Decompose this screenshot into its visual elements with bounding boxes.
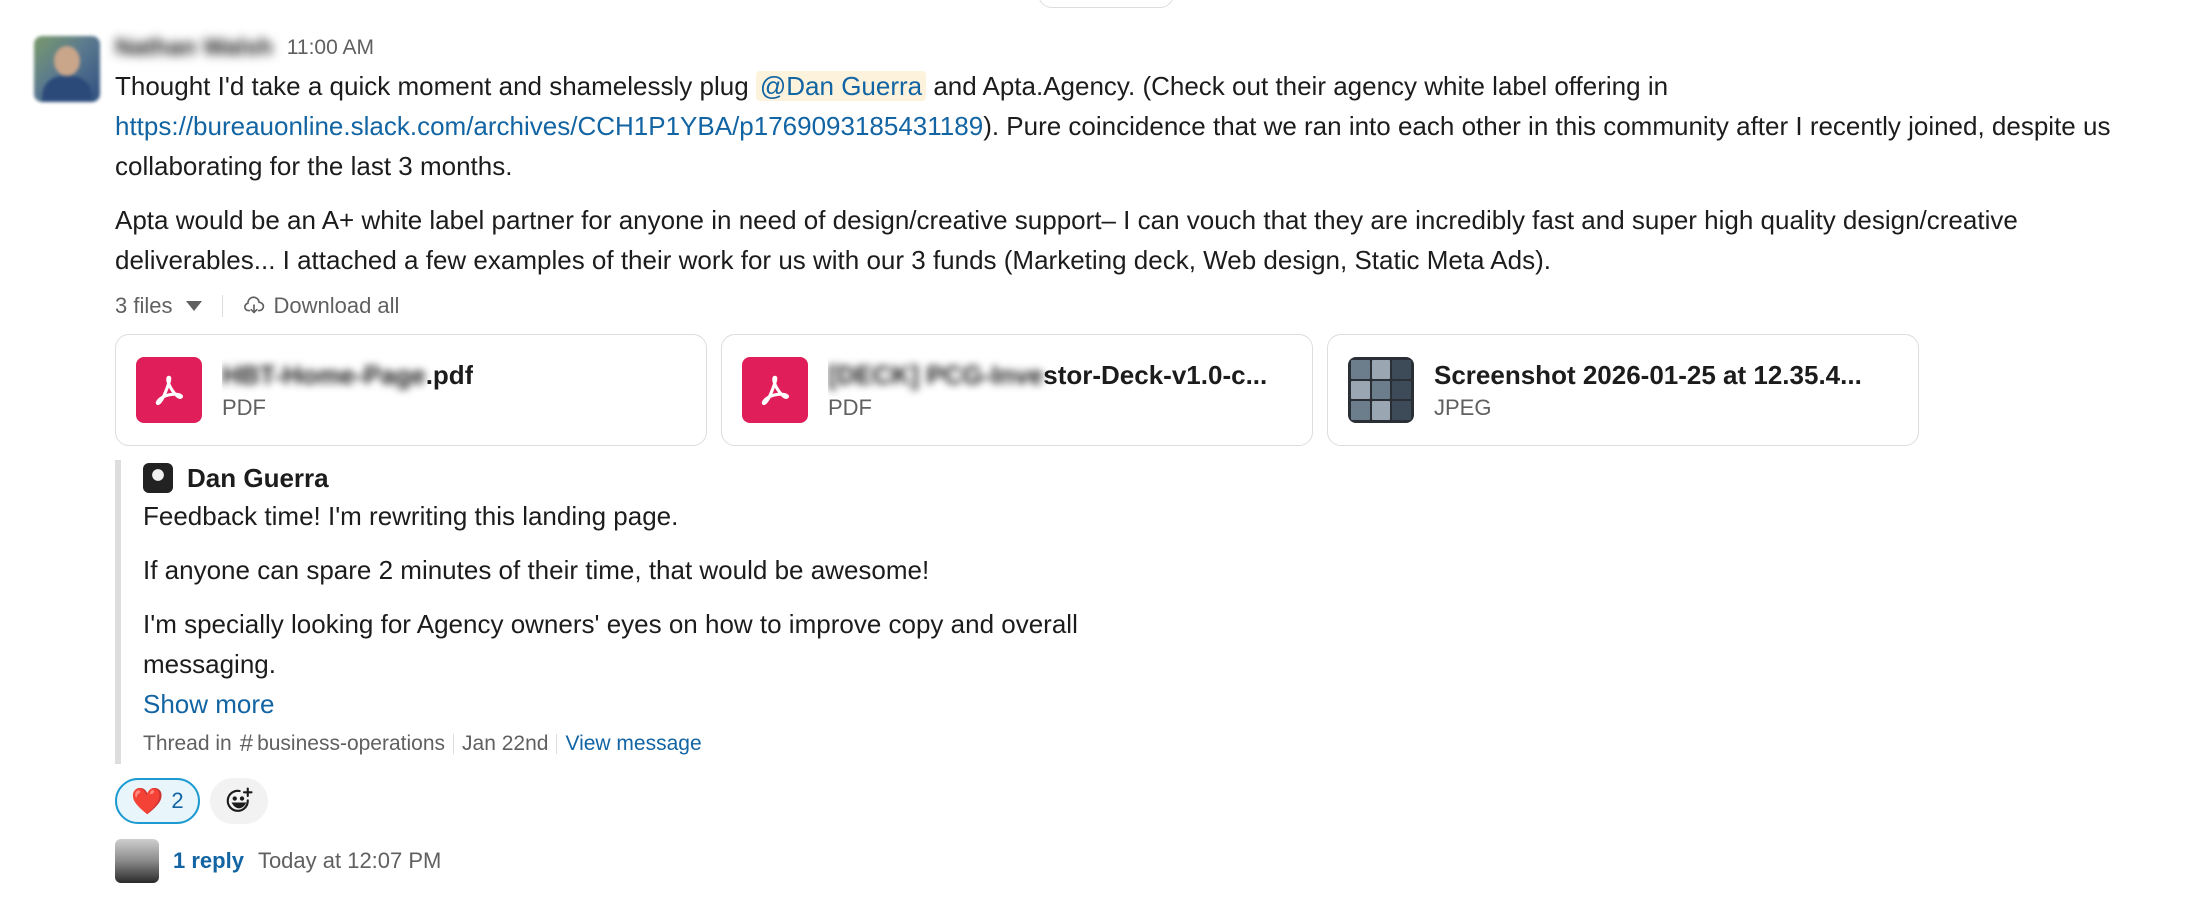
reply-count[interactable]: 1 reply: [173, 848, 244, 874]
file-type: JPEG: [1434, 395, 1492, 420]
file-card[interactable]: HBT-Home-Page.pdf PDF: [115, 334, 707, 446]
channel-name[interactable]: business-operations: [257, 732, 445, 756]
download-all-button[interactable]: Download all: [273, 293, 399, 319]
message-paragraph-2: Apta would be an A+ white label partner …: [115, 205, 2018, 275]
divider: [222, 295, 224, 317]
file-card[interactable]: [DECK] PCG-Investor-Deck-v1.0-c... PDF: [721, 334, 1313, 446]
message-header: Nathan Walsh 11:00 AM: [115, 30, 2185, 66]
quote-author-name[interactable]: Dan Guerra: [187, 463, 329, 494]
file-info: Screenshot 2026-01-25 at 12.35.4... JPEG: [1434, 357, 1862, 423]
pdf-icon: [136, 357, 202, 423]
reactions-bar: ❤️ 2: [115, 778, 2185, 824]
file-name-redacted: HBT-Home-Page: [222, 360, 426, 390]
file-info: [DECK] PCG-Investor-Deck-v1.0-c... PDF: [828, 357, 1267, 423]
file-name: [DECK] PCG-Investor-Deck-v1.0-c...: [828, 357, 1267, 393]
quote-paragraph: Feedback time! I'm rewriting this landin…: [143, 501, 679, 531]
text-segment: and Apta.Agency. (Check out their agency…: [926, 71, 1669, 101]
cloud-download-icon: [244, 296, 265, 314]
message-text: Thought I'd take a quick moment and sham…: [115, 66, 2185, 280]
pdf-icon: [742, 357, 808, 423]
archive-link[interactable]: https://bureauonline.slack.com/archives/…: [115, 111, 983, 141]
divider: [556, 734, 558, 754]
divider: [453, 734, 455, 754]
heart-emoji-icon: ❤️: [131, 786, 164, 816]
shared-message-quote[interactable]: Dan Guerra Feedback time! I'm rewriting …: [115, 460, 1315, 764]
new-messages-pill[interactable]: [1038, 0, 1174, 8]
quote-date[interactable]: Jan 22nd: [462, 732, 548, 756]
sender-avatar[interactable]: [34, 36, 100, 102]
file-name: HBT-Home-Page.pdf: [222, 357, 473, 393]
file-name-visible: stor-Deck-v1.0-c...: [1043, 360, 1268, 390]
sender-name[interactable]: Nathan Walsh: [115, 34, 273, 62]
caret-down-icon[interactable]: [186, 301, 203, 311]
user-mention[interactable]: @Dan Guerra: [755, 71, 927, 101]
quote-author: Dan Guerra: [143, 460, 1315, 496]
file-name-visible: Screenshot 2026-01-25 at 12.35.4...: [1434, 360, 1862, 390]
file-attachments: HBT-Home-Page.pdf PDF [DECK] PCG-Investo…: [115, 334, 2185, 446]
files-bar: 3 files Download all: [115, 290, 2185, 322]
reaction-count: 2: [171, 788, 184, 813]
file-info: HBT-Home-Page.pdf PDF: [222, 357, 473, 423]
reply-avatar: [115, 839, 159, 883]
view-message-link[interactable]: View message: [565, 732, 701, 756]
quote-paragraph: If anyone can spare 2 minutes of their t…: [143, 555, 930, 585]
message-paragraph-1: Thought I'd take a quick moment and sham…: [115, 66, 2185, 186]
message-timestamp[interactable]: 11:00 AM: [287, 36, 374, 60]
reaction-heart[interactable]: ❤️ 2: [115, 778, 200, 824]
add-reaction-button[interactable]: [209, 778, 268, 824]
add-emoji-icon: [226, 787, 253, 812]
show-more-link[interactable]: Show more: [143, 684, 1315, 724]
quote-meta: Thread in # business-operations Jan 22nd…: [143, 724, 1315, 764]
quote-text: Feedback time! I'm rewriting this landin…: [143, 496, 1143, 684]
channel-hash-icon: #: [239, 730, 254, 757]
file-name-visible: .pdf: [425, 360, 474, 390]
text-segment: Thought I'd take a quick moment and sham…: [115, 71, 756, 101]
quote-paragraph: I'm specially looking for Agency owners'…: [143, 609, 1078, 679]
image-thumbnail: [1348, 357, 1414, 423]
file-name-redacted: [DECK] PCG-Inve: [828, 360, 1044, 390]
quote-author-avatar[interactable]: [143, 463, 173, 493]
file-card[interactable]: Screenshot 2026-01-25 at 12.35.4... JPEG: [1327, 334, 1919, 446]
reply-time: Today at 12:07 PM: [257, 848, 442, 873]
message-body: Nathan Walsh 11:00 AM Thought I'd take a…: [115, 30, 2185, 884]
thread-replies[interactable]: 1 reply Today at 12:07 PM: [115, 838, 2185, 884]
files-count-toggle[interactable]: 3 files: [115, 293, 172, 319]
file-type: PDF: [828, 395, 872, 420]
file-name: Screenshot 2026-01-25 at 12.35.4...: [1434, 357, 1862, 393]
thread-in-label: Thread in: [143, 732, 232, 755]
file-type: PDF: [222, 395, 266, 420]
